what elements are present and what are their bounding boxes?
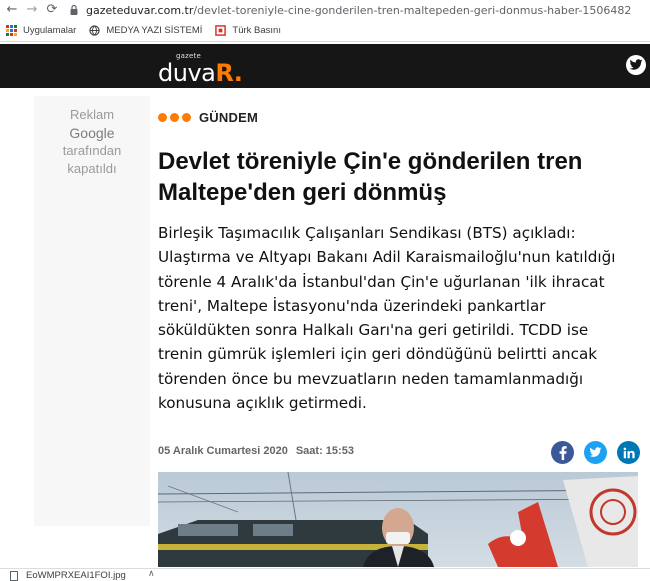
browser-toolbar: ← → ⟳ gazeteduvar.com.tr/devlet-toreniyl… bbox=[0, 0, 650, 20]
summary-line: Ulaştırma ve Altyapı Bakanı Adil Karaism… bbox=[158, 248, 616, 267]
tb-favicon-icon bbox=[215, 25, 227, 36]
summary-line: söküldükten sonra Halkalı Garı'na geri g… bbox=[158, 321, 589, 340]
twitter-icon bbox=[629, 59, 643, 70]
article-time: Saat: 15:53 bbox=[295, 445, 354, 457]
ad-google-label: Google bbox=[69, 125, 115, 141]
twitter-icon bbox=[589, 447, 602, 457]
summary-line: trenin gümrük işlemleri için geri döndüğ… bbox=[158, 345, 598, 364]
article-date: 05 Aralık Cumartesi 2020 bbox=[158, 445, 288, 457]
download-shelf: EoWMPRXEAI1FOI.jpg ∧ bbox=[0, 568, 650, 581]
category-dot-icon bbox=[170, 113, 179, 122]
bookmark-apps[interactable]: Uygulamalar bbox=[6, 25, 76, 36]
chevron-up-icon[interactable]: ∧ bbox=[148, 568, 155, 579]
ad-text: Reklam Google tarafından kapatıldı bbox=[34, 106, 150, 178]
summary-line: törenle 4 Aralık'da İstanbul'dan Çin'e u… bbox=[158, 272, 605, 291]
ad-line: tarafından bbox=[62, 143, 122, 158]
linkedin-icon bbox=[623, 447, 635, 458]
ad-placeholder: Reklam Google tarafından kapatıldı bbox=[34, 96, 150, 526]
file-icon bbox=[10, 570, 18, 581]
bookmark-label: Türk Basını bbox=[232, 25, 281, 36]
lock-icon bbox=[70, 4, 78, 15]
globe-icon bbox=[89, 25, 101, 36]
category-label: GÜNDEM bbox=[199, 110, 258, 125]
summary-line: treni', Maltepe İstasyonu'nda üzerindeki… bbox=[158, 296, 546, 315]
ad-line: Reklam bbox=[69, 107, 115, 122]
facebook-icon bbox=[559, 445, 567, 460]
summary-line: konusuna açıklık getirmedi. bbox=[158, 394, 367, 413]
article-category[interactable]: GÜNDEM bbox=[158, 110, 258, 125]
apps-grid-icon bbox=[6, 25, 17, 36]
category-dot-icon bbox=[182, 113, 191, 122]
download-filename: EoWMPRXEAI1FOI.jpg bbox=[26, 570, 126, 581]
article-summary: Birleşik Taşımacılık Çalışanları Sendika… bbox=[158, 221, 638, 415]
download-item[interactable]: EoWMPRXEAI1FOI.jpg bbox=[10, 570, 126, 581]
address-bar[interactable]: gazeteduvar.com.tr/devlet-toreniyle-cine… bbox=[68, 1, 631, 19]
bookmarks-bar: Uygulamalar MEDYA YAZI SİSTEMİ Türk Bası… bbox=[0, 20, 650, 42]
header-twitter-button[interactable] bbox=[626, 55, 646, 75]
share-facebook-button[interactable] bbox=[551, 441, 574, 464]
bookmark-medya[interactable]: MEDYA YAZI SİSTEMİ bbox=[89, 25, 202, 36]
share-twitter-button[interactable] bbox=[584, 441, 607, 464]
headline-line: Devlet töreniyle Çin'e gönderilen tren bbox=[158, 148, 583, 175]
logo-main-text: duvaR. bbox=[158, 59, 243, 87]
category-dot-icon bbox=[158, 113, 167, 122]
url-path: /devlet-toreniyle-cine-gonderilen-tren-m… bbox=[193, 3, 632, 17]
share-linkedin-button[interactable] bbox=[617, 441, 640, 464]
article-headline: Devlet töreniyle Çin'e gönderilen tren M… bbox=[158, 146, 628, 208]
bookmark-label: Uygulamalar bbox=[23, 25, 77, 36]
reload-icon[interactable]: ⟳ bbox=[42, 0, 62, 20]
headline-line: Maltepe'den geri dönmüş bbox=[158, 179, 447, 206]
bookmark-turk-basini[interactable]: Türk Basını bbox=[215, 25, 281, 36]
url-host: gazeteduvar.com.tr bbox=[86, 3, 194, 17]
summary-line: törenden önce bu mevzuatların neden tama… bbox=[158, 369, 584, 388]
article-meta: 05 Aralık Cumartesi 2020 Saat: 15:53 bbox=[158, 445, 354, 457]
ad-line: kapatıldı bbox=[67, 161, 117, 176]
hero-photo bbox=[158, 472, 638, 567]
article-hero-image[interactable] bbox=[158, 472, 638, 567]
summary-line: Birleşik Taşımacılık Çalışanları Sendika… bbox=[158, 224, 576, 242]
logo-accent: R. bbox=[215, 59, 243, 87]
forward-arrow-icon[interactable]: → bbox=[22, 0, 42, 20]
back-arrow-icon[interactable]: ← bbox=[2, 0, 22, 20]
bookmark-label: MEDYA YAZI SİSTEMİ bbox=[106, 25, 203, 36]
site-header: gazete duvaR. bbox=[0, 44, 650, 88]
